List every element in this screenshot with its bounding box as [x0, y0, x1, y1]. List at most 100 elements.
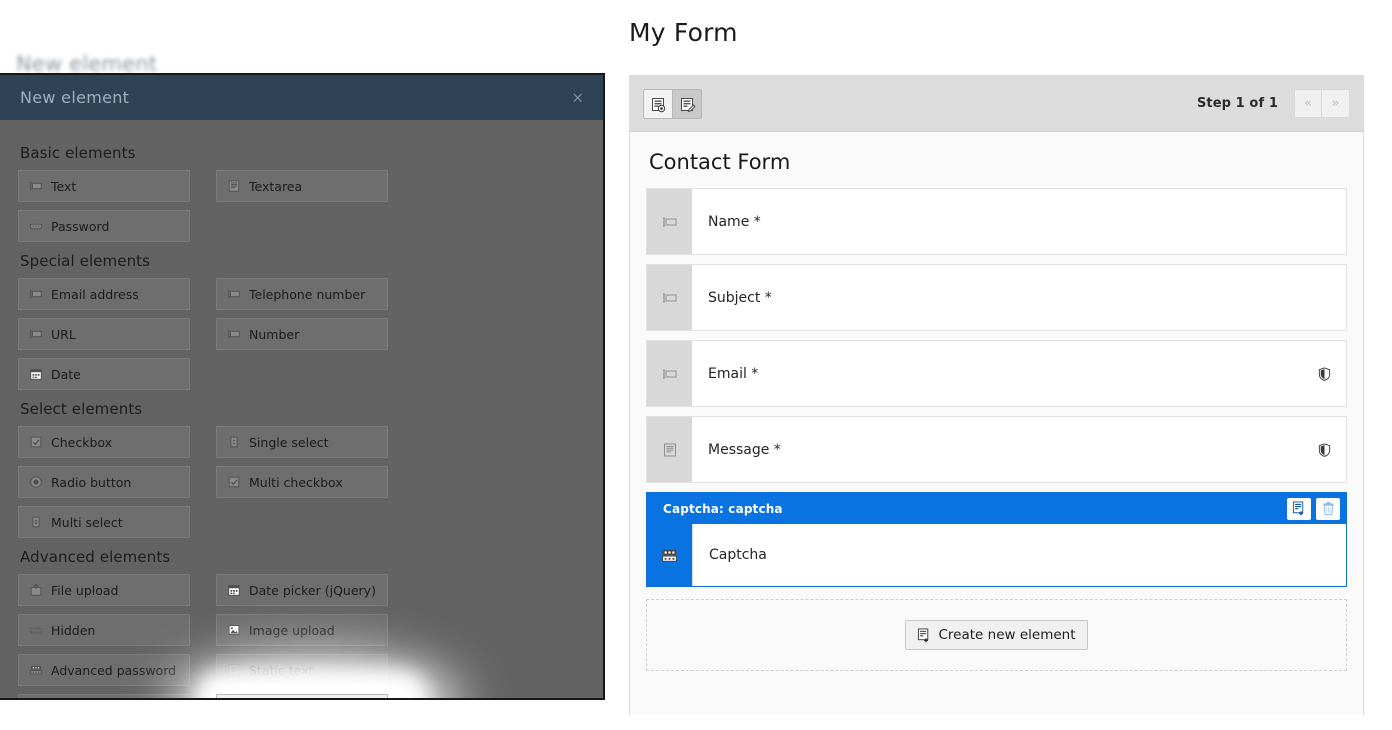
element-option-label: Static text: [249, 662, 314, 678]
element-option-telephone-number[interactable]: Telephone number: [216, 278, 388, 310]
element-button-grid: Email address Telephone number URL Number Da…: [18, 278, 585, 390]
textarea-icon: [662, 442, 678, 458]
form-element-row[interactable]: Email *: [646, 340, 1347, 407]
row-validator-wrapper[interactable]: [1317, 442, 1332, 457]
multi-select-icon: [29, 515, 43, 529]
form-preview-button[interactable]: [644, 89, 672, 118]
row-content[interactable]: Message *: [692, 417, 1346, 482]
close-icon[interactable]: ×: [571, 90, 584, 105]
element-option-image-upload[interactable]: Image upload: [216, 614, 388, 646]
builder-body: Contact Form Name * Subject * Email * Messa…: [630, 132, 1363, 715]
row-type-handle[interactable]: [647, 189, 692, 254]
row-label: Captcha: [709, 547, 767, 563]
element-option-date[interactable]: Date: [18, 358, 190, 390]
element-option-radio-button[interactable]: Radio button: [18, 466, 190, 498]
radio-icon: [29, 475, 43, 489]
element-option-label: Email address: [51, 286, 139, 302]
row-content[interactable]: Email *: [692, 341, 1346, 406]
trash-icon: [1321, 501, 1336, 516]
form-element-row[interactable]: Name *: [646, 188, 1347, 255]
element-option-url[interactable]: URL: [18, 318, 190, 350]
element-option-content-element[interactable]: Content element: [18, 694, 190, 698]
next-step-button[interactable]: »: [1322, 89, 1350, 118]
shield-icon: [1317, 366, 1332, 381]
element-button-grid: File upload Date picker (jQuery) Hidden Ima…: [18, 574, 585, 698]
screen: New element New element × Basic elements…: [0, 0, 1392, 730]
section-title: Select elements: [20, 400, 143, 418]
form-element-row-selected[interactable]: Captcha: captcha Captcha: [646, 492, 1347, 587]
row-validator-wrapper[interactable]: [1317, 366, 1332, 381]
text-input-icon: [662, 366, 678, 382]
element-option-label: Number: [249, 326, 300, 342]
element-option-textarea[interactable]: Textarea: [216, 170, 388, 202]
row-content[interactable]: Captcha: [692, 524, 1346, 586]
element-option-label: Textarea: [249, 178, 303, 194]
element-option-multi-checkbox[interactable]: Multi checkbox: [216, 466, 388, 498]
form-element-row[interactable]: Message *: [646, 416, 1347, 483]
element-option-date-picker-jquery[interactable]: Date picker (jQuery): [216, 574, 388, 606]
element-option-label: Text: [51, 178, 77, 194]
element-option-hidden[interactable]: Hidden: [18, 614, 190, 646]
new-element-dialog: New element × Basic elements Text Textarea…: [0, 73, 605, 700]
row-content[interactable]: Name *: [692, 189, 1346, 254]
file-upload-icon: [29, 583, 43, 597]
checkbox-icon: [29, 435, 43, 449]
static-text-icon: [227, 663, 241, 677]
element-option-label: Image upload: [249, 622, 335, 638]
text-input-icon: [662, 290, 678, 306]
element-button-grid: Text Textarea Password: [18, 170, 585, 242]
add-element-icon: [917, 628, 931, 643]
step-indicator: Step 1 of 1: [1196, 96, 1278, 111]
view-toggle-group: [643, 88, 702, 119]
section-title: Special elements: [20, 252, 151, 270]
captcha-icon: [661, 547, 678, 564]
add-element-after-button[interactable]: [1287, 497, 1311, 520]
form-builder-panel: Step 1 of 1 « » Contact Form Name * Subje…: [629, 75, 1364, 715]
selected-row-header: Captcha: captcha: [647, 493, 1346, 524]
calendar-icon: [29, 367, 43, 381]
element-option-label: Single select: [249, 434, 329, 450]
text-input-icon: [227, 287, 241, 301]
element-option-label: File upload: [51, 582, 119, 598]
selected-row-body: Captcha: [647, 524, 1346, 586]
element-option-number[interactable]: Number: [216, 318, 388, 350]
form-edit-button[interactable]: [672, 89, 701, 118]
element-option-label: Checkbox: [51, 434, 113, 450]
element-option-text[interactable]: Text: [18, 170, 190, 202]
form-element-row[interactable]: Subject *: [646, 264, 1347, 331]
element-option-advanced-password[interactable]: Advanced password: [18, 654, 190, 686]
prev-step-button[interactable]: «: [1294, 89, 1322, 118]
form-heading: Contact Form: [649, 150, 791, 174]
dialog-header: New element ×: [0, 75, 603, 120]
row-label: Message *: [708, 441, 781, 458]
element-option-static-text[interactable]: Static text: [216, 654, 388, 686]
element-option-single-select[interactable]: Single select: [216, 426, 388, 458]
element-option-label: Telephone number: [249, 286, 366, 302]
element-option-checkbox[interactable]: Checkbox: [18, 426, 190, 458]
create-new-element-label: Create new element: [938, 627, 1076, 643]
row-content[interactable]: Subject *: [692, 265, 1346, 330]
create-new-element-button[interactable]: Create new element: [905, 620, 1088, 650]
row-type-handle[interactable]: [647, 417, 692, 482]
create-element-dropzone[interactable]: Create new element: [646, 599, 1347, 671]
element-button-grid: Checkbox Single select Radio button Multi c…: [18, 426, 585, 538]
element-option-label: Date picker (jQuery): [249, 582, 376, 598]
text-input-icon: [29, 327, 43, 341]
row-type-handle[interactable]: [647, 524, 692, 586]
element-option-file-upload[interactable]: File upload: [18, 574, 190, 606]
element-option-captcha[interactable]: Captcha: [216, 694, 388, 698]
dialog-title: New element: [20, 88, 130, 107]
calendar-icon: [227, 583, 241, 597]
row-type-handle[interactable]: [647, 341, 692, 406]
delete-element-button[interactable]: [1316, 497, 1340, 520]
element-option-email-address[interactable]: Email address: [18, 278, 190, 310]
row-type-handle[interactable]: [647, 265, 692, 330]
row-label: Subject *: [708, 289, 772, 306]
element-option-label: Advanced password: [51, 662, 177, 678]
element-option-password[interactable]: Password: [18, 210, 190, 242]
shield-icon: [1317, 442, 1332, 457]
section-title: Basic elements: [20, 144, 136, 162]
image-upload-icon: [227, 623, 241, 637]
element-option-multi-select[interactable]: Multi select: [18, 506, 190, 538]
selected-row-actions: [1287, 497, 1340, 520]
